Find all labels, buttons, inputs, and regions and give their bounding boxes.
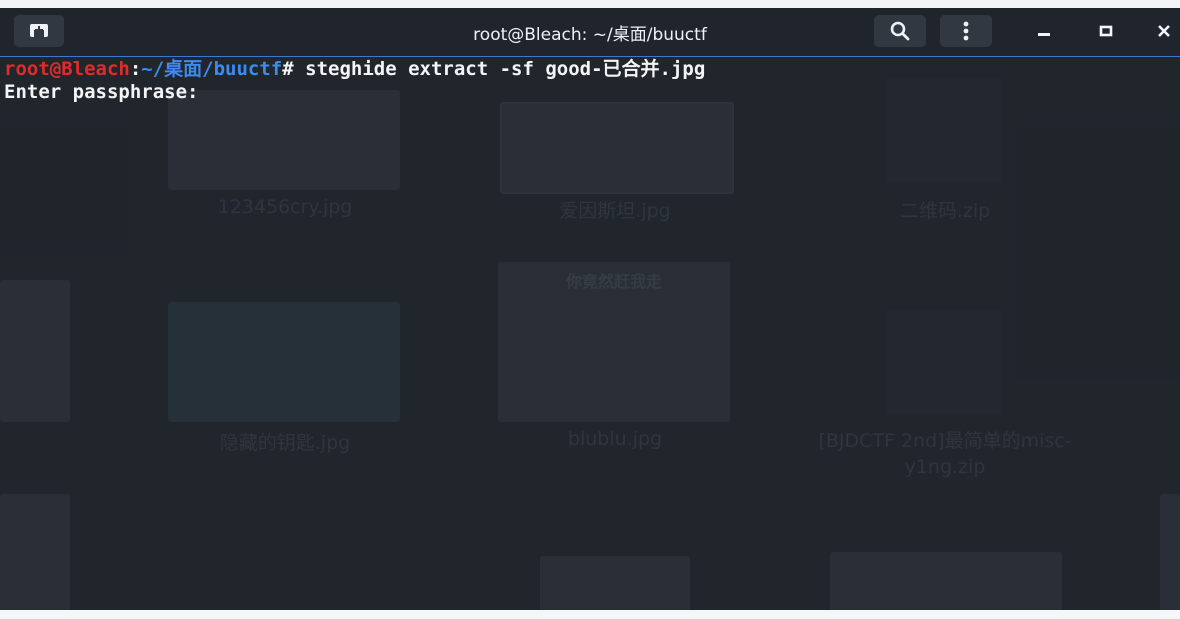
search-button[interactable]: [874, 15, 926, 47]
file-thumbnail: [500, 102, 734, 194]
desktop-bottom-strip: [0, 610, 1180, 619]
terminal-window[interactable]: root@Bleach: ~/桌面/buuctf 123456cry.jpg 爱…: [0, 8, 1180, 610]
file-label: [BJDCTF 2nd]最简单的misc-y1ng.zip: [818, 430, 1072, 478]
close-button[interactable]: [1148, 14, 1180, 48]
file-thumbnail: [1160, 494, 1180, 610]
prompt-path: ~/桌面/buuctf: [141, 58, 283, 80]
titlebar[interactable]: root@Bleach: ~/桌面/buuctf: [0, 8, 1180, 57]
zip-icon: [886, 310, 1002, 414]
sticker-text: 你竟然赶我走: [565, 272, 662, 291]
file-thumbnail: [0, 494, 70, 610]
terminal-output[interactable]: root@Bleach:~/桌面/buuctf# steghide extrac…: [4, 58, 705, 104]
desktop-behind: 123456cry.jpg 爱因斯坦.jpg 二维码.zip 隐藏的钥匙.jpg…: [0, 57, 1180, 610]
terminal-body[interactable]: 123456cry.jpg 爱因斯坦.jpg 二维码.zip 隐藏的钥匙.jpg…: [0, 57, 1180, 610]
sticker-thumbnail: 你竟然赶我走: [498, 262, 730, 422]
output-line: Enter passphrase:: [4, 81, 199, 103]
desktop-top-strip: [0, 0, 1180, 8]
prompt-symbol: #: [282, 58, 294, 80]
search-icon: [890, 21, 910, 41]
file-thumbnail: [830, 552, 1062, 610]
kebab-menu-icon: [963, 21, 969, 41]
command-text: steghide extract -sf good-已合并.jpg: [293, 58, 706, 80]
new-tab-icon: [30, 24, 48, 37]
file-label: 123456cry.jpg: [217, 196, 353, 218]
maximize-icon: [1099, 25, 1113, 37]
file-thumbnail: [168, 302, 400, 422]
zip-icon: [886, 78, 1002, 182]
close-icon: [1158, 25, 1170, 37]
menu-button[interactable]: [940, 15, 992, 47]
new-tab-button[interactable]: [14, 15, 64, 47]
minimize-icon: [1038, 33, 1050, 36]
file-thumbnail: [168, 90, 400, 190]
screen: root@Bleach: ~/桌面/buuctf 123456cry.jpg 爱…: [0, 0, 1180, 619]
file-label: 二维码.zip: [899, 200, 991, 222]
prompt-separator: :: [129, 58, 142, 80]
file-label: blublu.jpg: [567, 428, 663, 450]
minimize-button[interactable]: [1026, 14, 1062, 48]
prompt-user-host: root@Bleach: [4, 58, 130, 80]
file-thumbnail: [0, 280, 70, 422]
maximize-button[interactable]: [1088, 14, 1124, 48]
file-label: 爱因斯坦.jpg: [559, 200, 671, 222]
file-label: 隐藏的钥匙.jpg: [219, 432, 351, 454]
file-thumbnail: [540, 556, 690, 610]
window-title: root@Bleach: ~/桌面/buuctf: [473, 24, 707, 45]
